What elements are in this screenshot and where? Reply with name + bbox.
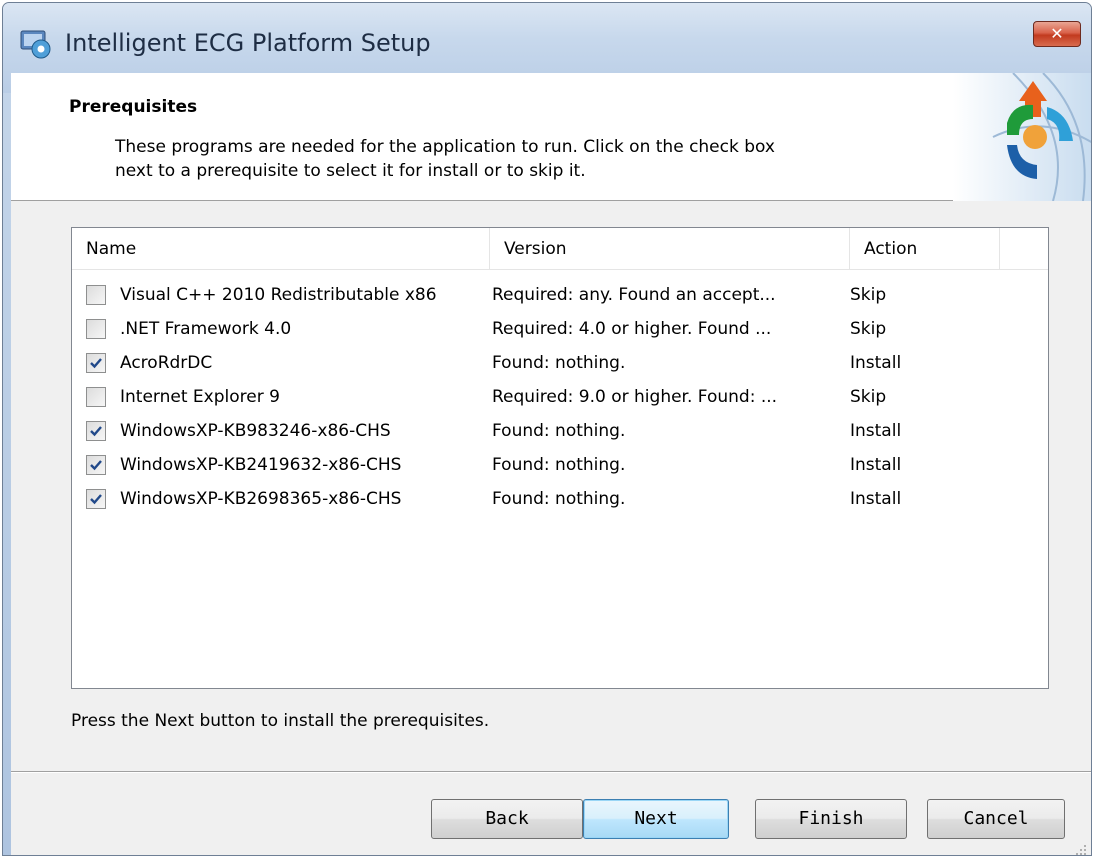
prerequisite-checkbox[interactable]	[86, 387, 106, 407]
column-header-name[interactable]: Name	[72, 228, 490, 270]
prerequisite-action: Skip	[850, 387, 887, 407]
page-title: Prerequisites	[69, 97, 198, 117]
list-item[interactable]: WindowsXP-KB2698365-x86-CHS Found: nothi…	[72, 482, 1048, 516]
close-button[interactable]: ✕	[1033, 21, 1081, 47]
checkmark-icon	[90, 460, 102, 471]
setup-app-icon	[17, 25, 53, 61]
prerequisite-version: Found: nothing.	[492, 489, 626, 509]
checkmark-icon	[90, 358, 102, 369]
list-item[interactable]: WindowsXP-KB983246-x86-CHS Found: nothin…	[72, 414, 1048, 448]
list-item[interactable]: AcroRdrDC Found: nothing. Install	[72, 346, 1048, 380]
prerequisite-action: Skip	[850, 285, 887, 305]
footer-divider	[11, 771, 1091, 773]
prerequisite-checkbox[interactable]	[86, 455, 106, 475]
resize-grip-icon[interactable]	[1075, 841, 1087, 855]
prerequisite-version: Found: nothing.	[492, 455, 626, 475]
column-header-version[interactable]: Version	[490, 228, 850, 270]
prerequisite-action: Install	[850, 489, 902, 509]
list-header: Name Version Action	[72, 228, 1048, 270]
prerequisite-name: .NET Framework 4.0	[120, 319, 292, 339]
prerequisite-action: Install	[850, 353, 902, 373]
checkmark-icon	[90, 426, 102, 437]
prerequisite-name: AcroRdrDC	[120, 353, 213, 373]
prerequisite-version: Required: 9.0 or higher. Found: ...	[492, 387, 778, 407]
prerequisite-version: Found: nothing.	[492, 421, 626, 441]
instruction-text: Press the Next button to install the pre…	[71, 711, 490, 731]
dialog-client-area: Prerequisites These programs are needed …	[11, 72, 1091, 855]
list-item[interactable]: Internet Explorer 9 Required: 9.0 or hig…	[72, 380, 1048, 414]
finish-button[interactable]: Finish	[755, 799, 907, 839]
prerequisite-action: Install	[850, 421, 902, 441]
prerequisite-name: Visual C++ 2010 Redistributable x86	[120, 285, 437, 305]
prerequisite-name: WindowsXP-KB2698365-x86-CHS	[120, 489, 402, 509]
installer-logo-icon	[953, 72, 1091, 202]
prerequisite-name: Internet Explorer 9	[120, 387, 280, 407]
header-banner: Prerequisites These programs are needed …	[11, 72, 1091, 202]
prerequisite-version: Required: 4.0 or higher. Found ...	[492, 319, 772, 339]
next-button[interactable]: Next	[583, 799, 729, 839]
prerequisite-action: Install	[850, 455, 902, 475]
prerequisite-version: Found: nothing.	[492, 353, 626, 373]
list-item[interactable]: Visual C++ 2010 Redistributable x86 Requ…	[72, 278, 1048, 312]
checkmark-icon	[90, 494, 102, 505]
page-description: These programs are needed for the applic…	[115, 135, 915, 183]
prerequisite-name: WindowsXP-KB983246-x86-CHS	[120, 421, 391, 441]
prerequisite-checkbox[interactable]	[86, 421, 106, 441]
description-line-1: These programs are needed for the applic…	[115, 137, 775, 157]
description-line-2: next to a prerequisite to select it for …	[115, 161, 586, 181]
cancel-button[interactable]: Cancel	[927, 799, 1065, 839]
list-item[interactable]: .NET Framework 4.0 Required: 4.0 or high…	[72, 312, 1048, 346]
prerequisite-checkbox[interactable]	[86, 319, 106, 339]
close-icon[interactable]: ✕	[1050, 24, 1063, 43]
window-title: Intelligent ECG Platform Setup	[65, 29, 431, 57]
prerequisite-checkbox[interactable]	[86, 285, 106, 305]
prerequisites-list[interactable]: Name Version Action Visual C++ 2010 Redi…	[71, 227, 1049, 689]
column-header-filler	[1000, 228, 1048, 270]
prerequisite-action: Skip	[850, 319, 887, 339]
prerequisite-name: WindowsXP-KB2419632-x86-CHS	[120, 455, 402, 475]
column-header-action[interactable]: Action	[850, 228, 1000, 270]
list-item[interactable]: WindowsXP-KB2419632-x86-CHS Found: nothi…	[72, 448, 1048, 482]
prerequisite-checkbox[interactable]	[86, 353, 106, 373]
prerequisite-checkbox[interactable]	[86, 489, 106, 509]
setup-window: Intelligent ECG Platform Setup ✕ Prerequ…	[2, 2, 1092, 856]
prerequisite-version: Required: any. Found an accept...	[492, 285, 776, 305]
back-button[interactable]: Back	[431, 799, 583, 839]
